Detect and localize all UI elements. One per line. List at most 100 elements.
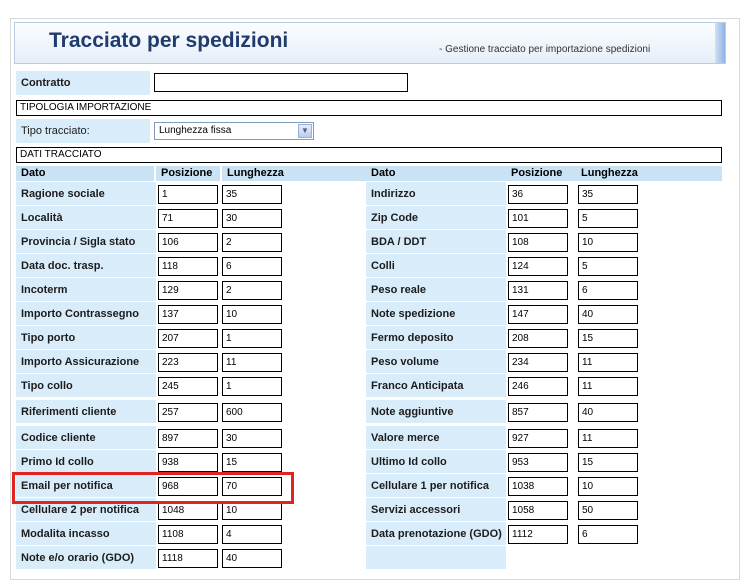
position-input[interactable]: 1 — [158, 185, 218, 204]
field-label: Incoterm — [16, 278, 156, 301]
position-input[interactable]: 101 — [508, 209, 568, 228]
position-input[interactable]: 147 — [508, 305, 568, 324]
position-input[interactable]: 124 — [508, 257, 568, 276]
field-label: Servizi accessori — [366, 498, 506, 521]
column-header: Dato — [366, 166, 506, 181]
length-input[interactable]: 50 — [578, 501, 638, 520]
length-input[interactable]: 600 — [222, 403, 282, 422]
contract-label: Contratto — [16, 71, 150, 95]
field-label: Località — [16, 206, 156, 229]
length-input[interactable]: 6 — [578, 525, 638, 544]
position-input[interactable]: 36 — [508, 185, 568, 204]
length-input[interactable]: 11 — [578, 429, 638, 448]
position-input[interactable]: 938 — [158, 453, 218, 472]
contract-input[interactable] — [154, 73, 408, 92]
length-input[interactable]: 15 — [578, 329, 638, 348]
position-input[interactable]: 1038 — [508, 477, 568, 496]
field-label: Codice cliente — [16, 426, 156, 449]
position-input[interactable]: 897 — [158, 429, 218, 448]
length-input[interactable]: 10 — [578, 477, 638, 496]
length-input[interactable]: 1 — [222, 329, 282, 348]
field-label: Primo Id collo — [16, 450, 156, 473]
length-input[interactable]: 30 — [222, 209, 282, 228]
header-edge — [715, 23, 725, 63]
length-input[interactable]: 10 — [222, 305, 282, 324]
track-type-label: Tipo tracciato: — [16, 119, 150, 143]
length-input[interactable]: 15 — [222, 453, 282, 472]
page-header: Tracciato per spedizioni - Gestione trac… — [14, 22, 726, 64]
position-input[interactable]: 234 — [508, 353, 568, 372]
position-input[interactable]: 953 — [508, 453, 568, 472]
column-header: Dato — [16, 166, 154, 181]
position-input[interactable]: 1108 — [158, 525, 218, 544]
position-input[interactable]: 131 — [508, 281, 568, 300]
position-input[interactable]: 927 — [508, 429, 568, 448]
field-label: Data prenotazione (GDO) — [366, 522, 506, 545]
position-input[interactable]: 223 — [158, 353, 218, 372]
field-label: Note aggiuntive — [366, 400, 506, 423]
field-label: Importo Contrassegno — [16, 302, 156, 325]
length-input[interactable]: 6 — [578, 281, 638, 300]
field-label: Note e/o orario (GDO) — [16, 546, 156, 569]
position-input[interactable]: 257 — [158, 403, 218, 422]
position-input[interactable]: 208 — [508, 329, 568, 348]
field-label: Tipo porto — [16, 326, 156, 349]
field-label: Valore merce — [366, 426, 506, 449]
length-input[interactable]: 5 — [578, 209, 638, 228]
length-input[interactable]: 35 — [578, 185, 638, 204]
position-input[interactable]: 1058 — [508, 501, 568, 520]
field-label: Ultimo Id collo — [366, 450, 506, 473]
page-subtitle: - Gestione tracciato per importazione sp… — [439, 44, 651, 55]
position-input[interactable]: 1112 — [508, 525, 568, 544]
field-label: Zip Code — [366, 206, 506, 229]
field-label: Peso reale — [366, 278, 506, 301]
field-label: Peso volume — [366, 350, 506, 373]
section-track-data: DATI TRACCIATO — [16, 147, 722, 163]
length-input[interactable]: 11 — [578, 377, 638, 396]
length-input[interactable]: 11 — [578, 353, 638, 372]
position-input[interactable]: 207 — [158, 329, 218, 348]
field-label: Tipo collo — [16, 374, 156, 397]
track-type-select[interactable]: Lunghezza fissa ▼ — [154, 122, 314, 140]
position-input[interactable]: 857 — [508, 403, 568, 422]
field-label: Fermo deposito — [366, 326, 506, 349]
highlight-box — [12, 472, 294, 504]
position-input[interactable]: 71 — [158, 209, 218, 228]
column-header: Posizione — [156, 166, 220, 181]
length-input[interactable]: 10 — [578, 233, 638, 252]
length-input[interactable]: 11 — [222, 353, 282, 372]
field-label: Modalita incasso — [16, 522, 156, 545]
position-input[interactable]: 246 — [508, 377, 568, 396]
length-input[interactable]: 2 — [222, 233, 282, 252]
field-label: Importo Assicurazione — [16, 350, 156, 373]
length-input[interactable]: 15 — [578, 453, 638, 472]
field-label: Cellulare 1 per notifica — [366, 474, 506, 497]
position-input[interactable]: 137 — [158, 305, 218, 324]
position-input[interactable]: 108 — [508, 233, 568, 252]
length-input[interactable]: 4 — [222, 525, 282, 544]
track-type-value: Lunghezza fissa — [159, 125, 232, 136]
field-label: Franco Anticipata — [366, 374, 506, 397]
field-label: BDA / DDT — [366, 230, 506, 253]
position-input[interactable]: 245 — [158, 377, 218, 396]
position-input[interactable]: 118 — [158, 257, 218, 276]
length-input[interactable]: 6 — [222, 257, 282, 276]
length-input[interactable]: 2 — [222, 281, 282, 300]
length-input[interactable]: 40 — [578, 305, 638, 324]
length-input[interactable]: 40 — [578, 403, 638, 422]
position-input[interactable]: 129 — [158, 281, 218, 300]
length-input[interactable]: 35 — [222, 185, 282, 204]
chevron-down-icon[interactable]: ▼ — [298, 124, 312, 138]
field-label: Data doc. trasp. — [16, 254, 156, 277]
field-label: Ragione sociale — [16, 182, 156, 205]
section-import-type: TIPOLOGIA IMPORTAZIONE — [16, 100, 722, 116]
length-input[interactable]: 1 — [222, 377, 282, 396]
column-header: Lunghezza — [576, 166, 722, 181]
length-input[interactable]: 5 — [578, 257, 638, 276]
field-label: Indirizzo — [366, 182, 506, 205]
length-input[interactable]: 30 — [222, 429, 282, 448]
position-input[interactable]: 1118 — [158, 549, 218, 568]
field-label: Riferimenti cliente — [16, 400, 156, 423]
length-input[interactable]: 40 — [222, 549, 282, 568]
position-input[interactable]: 106 — [158, 233, 218, 252]
